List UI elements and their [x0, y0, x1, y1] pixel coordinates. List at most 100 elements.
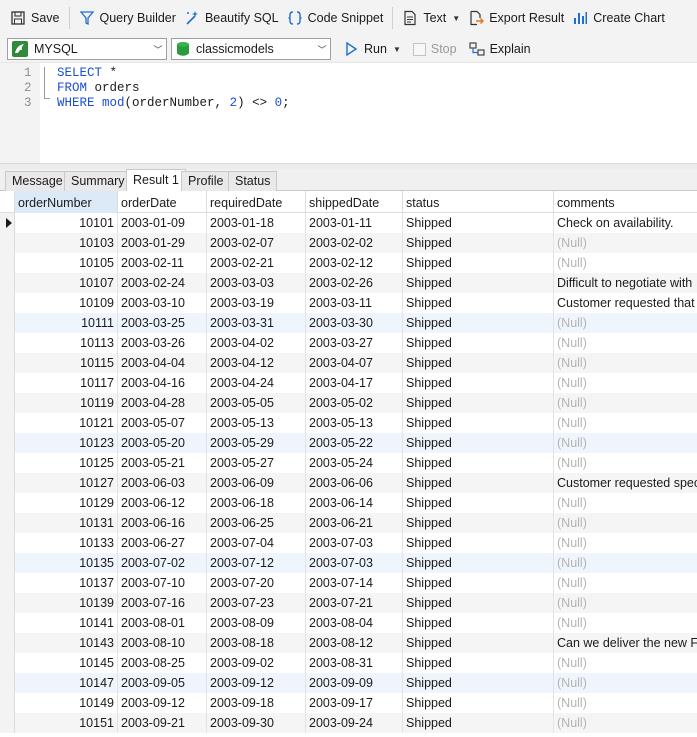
- cell-requireddate[interactable]: 2003-07-23: [207, 593, 306, 613]
- cell-orderdate[interactable]: 2003-03-26: [118, 333, 207, 353]
- table-row[interactable]: 10121 2003-05-07 2003-05-13 2003-05-13 Shipp…: [0, 413, 697, 433]
- cell-ordernumber[interactable]: 10101: [15, 213, 118, 233]
- cell-ordernumber[interactable]: 10135: [15, 553, 118, 573]
- table-row[interactable]: 10123 2003-05-20 2003-05-29 2003-05-22 Shipp…: [0, 433, 697, 453]
- cell-orderdate[interactable]: 2003-02-24: [118, 273, 207, 293]
- cell-status[interactable]: Shipped: [403, 553, 554, 573]
- row-indicator[interactable]: [0, 293, 15, 313]
- cell-requireddate[interactable]: 2003-07-12: [207, 553, 306, 573]
- cell-requireddate[interactable]: 2003-09-18: [207, 693, 306, 713]
- cell-ordernumber[interactable]: 10151: [15, 713, 118, 733]
- table-row[interactable]: 10149 2003-09-12 2003-09-18 2003-09-17 Shipp…: [0, 693, 697, 713]
- row-indicator[interactable]: [0, 373, 15, 393]
- cell-ordernumber[interactable]: 10143: [15, 633, 118, 653]
- cell-shippeddate[interactable]: 2003-03-11: [306, 293, 403, 313]
- tab-result-1[interactable]: Result 1: [126, 169, 186, 192]
- cell-orderdate[interactable]: 2003-01-09: [118, 213, 207, 233]
- cell-orderdate[interactable]: 2003-01-29: [118, 233, 207, 253]
- cell-status[interactable]: Shipped: [403, 253, 554, 273]
- cell-orderdate[interactable]: 2003-03-25: [118, 313, 207, 333]
- table-row[interactable]: 10135 2003-07-02 2003-07-12 2003-07-03 Shipp…: [0, 553, 697, 573]
- table-row[interactable]: 10125 2003-05-21 2003-05-27 2003-05-24 Shipp…: [0, 453, 697, 473]
- tab-status[interactable]: Status: [228, 171, 278, 191]
- cell-ordernumber[interactable]: 10141: [15, 613, 118, 633]
- row-indicator[interactable]: [0, 233, 15, 253]
- row-indicator[interactable]: [0, 393, 15, 413]
- cell-orderdate[interactable]: 2003-08-10: [118, 633, 207, 653]
- cell-comments[interactable]: (Null): [554, 553, 697, 573]
- cell-orderdate[interactable]: 2003-06-16: [118, 513, 207, 533]
- cell-requireddate[interactable]: 2003-08-18: [207, 633, 306, 653]
- row-indicator[interactable]: [0, 613, 15, 633]
- cell-ordernumber[interactable]: 10111: [15, 313, 118, 333]
- cell-comments[interactable]: (Null): [554, 393, 697, 413]
- cell-requireddate[interactable]: 2003-07-20: [207, 573, 306, 593]
- cell-status[interactable]: Shipped: [403, 373, 554, 393]
- cell-requireddate[interactable]: 2003-05-29: [207, 433, 306, 453]
- cell-status[interactable]: Shipped: [403, 413, 554, 433]
- cell-status[interactable]: Shipped: [403, 533, 554, 553]
- cell-comments[interactable]: (Null): [554, 593, 697, 613]
- table-row[interactable]: 10105 2003-02-11 2003-02-21 2003-02-12 Shipp…: [0, 253, 697, 273]
- row-indicator[interactable]: [0, 333, 15, 353]
- cell-comments[interactable]: Check on availability.: [554, 213, 697, 233]
- cell-requireddate[interactable]: 2003-02-07: [207, 233, 306, 253]
- cell-ordernumber[interactable]: 10125: [15, 453, 118, 473]
- cell-requireddate[interactable]: 2003-06-09: [207, 473, 306, 493]
- beautify-sql-button[interactable]: Beautify SQL: [180, 5, 283, 31]
- cell-ordernumber[interactable]: 10127: [15, 473, 118, 493]
- cell-comments[interactable]: (Null): [554, 453, 697, 473]
- cell-comments[interactable]: (Null): [554, 533, 697, 553]
- cell-comments[interactable]: (Null): [554, 573, 697, 593]
- save-button[interactable]: Save: [6, 5, 64, 31]
- cell-orderdate[interactable]: 2003-08-01: [118, 613, 207, 633]
- table-row[interactable]: 10141 2003-08-01 2003-08-09 2003-08-04 Shipp…: [0, 613, 697, 633]
- cell-comments[interactable]: (Null): [554, 333, 697, 353]
- cell-orderdate[interactable]: 2003-07-16: [118, 593, 207, 613]
- row-indicator[interactable]: [0, 473, 15, 493]
- cell-shippeddate[interactable]: 2003-05-22: [306, 433, 403, 453]
- row-indicator[interactable]: [0, 453, 15, 473]
- cell-requireddate[interactable]: 2003-04-12: [207, 353, 306, 373]
- cell-ordernumber[interactable]: 10131: [15, 513, 118, 533]
- cell-shippeddate[interactable]: 2003-02-26: [306, 273, 403, 293]
- column-header-requireddate[interactable]: requiredDate: [207, 191, 306, 213]
- cell-requireddate[interactable]: 2003-09-02: [207, 653, 306, 673]
- cell-ordernumber[interactable]: 10145: [15, 653, 118, 673]
- cell-shippeddate[interactable]: 2003-06-06: [306, 473, 403, 493]
- cell-status[interactable]: Shipped: [403, 653, 554, 673]
- table-row[interactable]: 10111 2003-03-25 2003-03-31 2003-03-30 Shipp…: [0, 313, 697, 333]
- cell-requireddate[interactable]: 2003-06-25: [207, 513, 306, 533]
- cell-orderdate[interactable]: 2003-09-05: [118, 673, 207, 693]
- table-row[interactable]: 10139 2003-07-16 2003-07-23 2003-07-21 Shipp…: [0, 593, 697, 613]
- cell-status[interactable]: Shipped: [403, 393, 554, 413]
- cell-shippeddate[interactable]: 2003-01-11: [306, 213, 403, 233]
- cell-shippeddate[interactable]: 2003-03-27: [306, 333, 403, 353]
- cell-status[interactable]: Shipped: [403, 213, 554, 233]
- cell-shippeddate[interactable]: 2003-09-17: [306, 693, 403, 713]
- row-indicator[interactable]: [0, 693, 15, 713]
- tab-profile[interactable]: Profile: [181, 171, 231, 191]
- cell-requireddate[interactable]: 2003-03-31: [207, 313, 306, 333]
- cell-shippeddate[interactable]: 2003-06-14: [306, 493, 403, 513]
- table-row[interactable]: 10113 2003-03-26 2003-04-02 2003-03-27 Shipp…: [0, 333, 697, 353]
- cell-orderdate[interactable]: 2003-04-04: [118, 353, 207, 373]
- cell-status[interactable]: Shipped: [403, 673, 554, 693]
- cell-ordernumber[interactable]: 10149: [15, 693, 118, 713]
- explain-button[interactable]: Explain: [465, 36, 535, 62]
- row-indicator[interactable]: [0, 273, 15, 293]
- cell-comments[interactable]: (Null): [554, 653, 697, 673]
- cell-orderdate[interactable]: 2003-07-02: [118, 553, 207, 573]
- cell-comments[interactable]: (Null): [554, 253, 697, 273]
- cell-status[interactable]: Shipped: [403, 293, 554, 313]
- cell-comments[interactable]: (Null): [554, 613, 697, 633]
- table-row[interactable]: 10117 2003-04-16 2003-04-24 2003-04-17 Shipp…: [0, 373, 697, 393]
- column-header-status[interactable]: status: [403, 191, 554, 213]
- cell-ordernumber[interactable]: 10129: [15, 493, 118, 513]
- run-button[interactable]: Run ▼: [339, 36, 405, 62]
- table-row[interactable]: 10119 2003-04-28 2003-05-05 2003-05-02 Shipp…: [0, 393, 697, 413]
- column-header-shippeddate[interactable]: shippedDate: [306, 191, 403, 213]
- cell-status[interactable]: Shipped: [403, 473, 554, 493]
- column-header-comments[interactable]: comments: [554, 191, 697, 213]
- cell-shippeddate[interactable]: 2003-08-31: [306, 653, 403, 673]
